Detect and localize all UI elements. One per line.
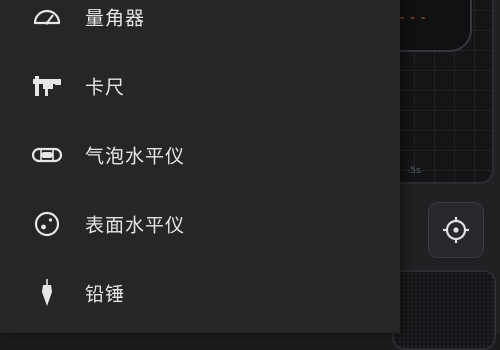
protractor-icon xyxy=(30,3,64,31)
menu-item-label: 气泡水平仪 xyxy=(85,145,186,168)
crosshair-icon xyxy=(443,217,469,243)
menu-item-protractor[interactable]: 量角器 xyxy=(0,0,400,46)
plumb-bob-icon xyxy=(30,279,64,307)
menu-item-label: 量角器 xyxy=(85,7,146,30)
bottom-panel xyxy=(392,270,496,350)
navigation-drawer: 量角器 卡尺 气泡水平仪 表面水平仪 铅锤 xyxy=(0,0,400,333)
readout-value: --- xyxy=(398,10,430,26)
menu-item-surface-level[interactable]: 表面水平仪 xyxy=(0,195,400,253)
menu-item-caliper[interactable]: 卡尺 xyxy=(0,57,400,115)
graph-tick-label: -5s xyxy=(407,166,421,176)
menu-item-label: 表面水平仪 xyxy=(85,214,186,237)
menu-item-plumb-bob[interactable]: 铅锤 xyxy=(0,264,400,322)
surface-level-icon xyxy=(30,210,64,238)
menu-item-label: 铅锤 xyxy=(85,283,126,306)
menu-item-bubble-level[interactable]: 气泡水平仪 xyxy=(0,126,400,184)
calibrate-button[interactable] xyxy=(428,202,484,258)
bubble-level-icon xyxy=(30,141,64,169)
menu-item-label: 卡尺 xyxy=(85,76,126,99)
caliper-icon xyxy=(30,72,64,100)
